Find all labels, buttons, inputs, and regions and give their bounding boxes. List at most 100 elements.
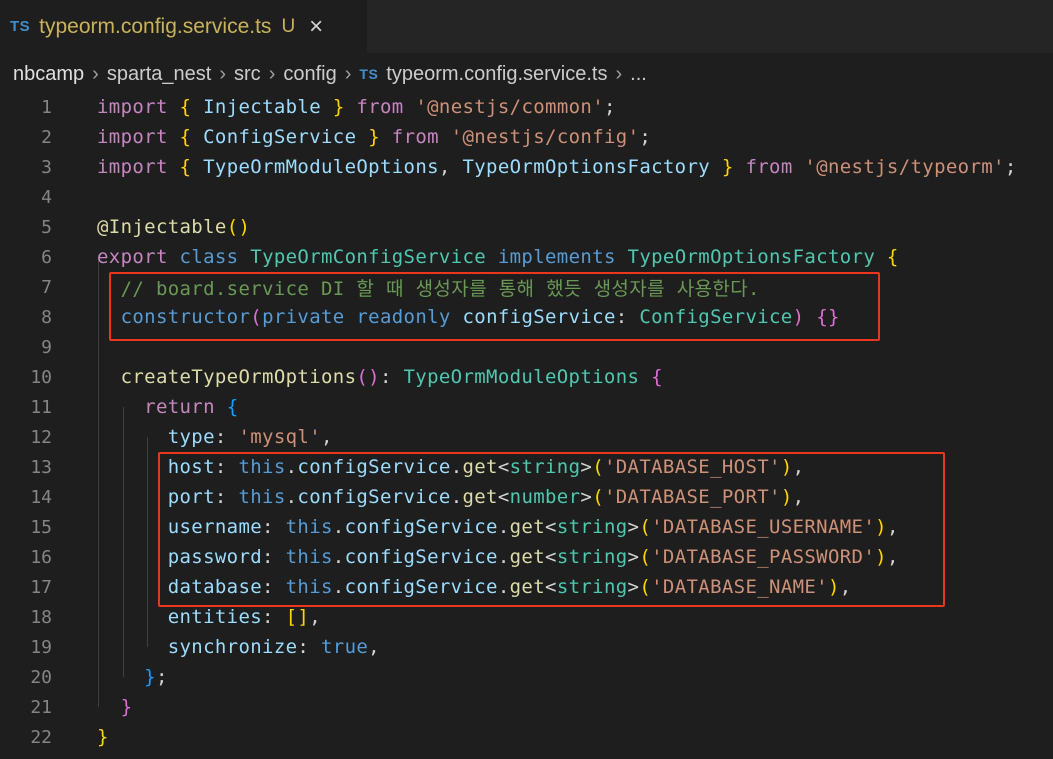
code-token: string <box>556 576 628 598</box>
code-token: import <box>97 126 168 148</box>
chevron-right-icon: › <box>268 62 276 85</box>
breadcrumb-item-file[interactable]: typeorm.config.service.ts <box>386 63 607 86</box>
code-token: this <box>285 516 333 538</box>
code-line[interactable]: 5 @Injectable() <box>0 212 1053 242</box>
code-token: > <box>580 486 593 508</box>
code-line[interactable]: 16 password: this.configService.get<stri… <box>0 542 1053 572</box>
line-number: 10 <box>30 366 52 388</box>
breadcrumb-item-nbcamp[interactable]: nbcamp <box>13 63 84 86</box>
code-line[interactable]: 8 constructor(private readonly configSer… <box>0 302 1053 332</box>
code-editor[interactable]: 1 import { Injectable } from '@nestjs/com… <box>0 95 1053 759</box>
breadcrumb-item-src[interactable]: src <box>234 63 261 86</box>
line-number: 22 <box>30 726 52 748</box>
code-token: configService <box>297 456 451 478</box>
code-token: : <box>262 516 286 538</box>
code-line[interactable]: 13 host: this.configService.get<string>(… <box>0 452 1053 482</box>
code-text: type: 'mysql', <box>97 426 333 448</box>
code-text: return { <box>97 396 238 418</box>
code-token: , <box>792 486 805 508</box>
code-token: > <box>627 576 640 598</box>
code-token: ; <box>155 666 168 688</box>
code-token: [] <box>285 606 310 628</box>
breadcrumb-item-sparta-nest[interactable]: sparta_nest <box>107 63 212 86</box>
code-line[interactable]: 19 synchronize: true, <box>0 632 1053 662</box>
code-token: 'mysql' <box>238 426 321 448</box>
code-token: configService <box>344 576 498 598</box>
code-text: database: this.configService.get<string>… <box>97 576 852 598</box>
code-token: get <box>462 486 498 508</box>
code-text: import { TypeOrmModuleOptions, TypeOrmOp… <box>97 156 1017 178</box>
breadcrumb-item-more[interactable]: ... <box>630 63 647 86</box>
code-line[interactable]: 7 // board.service DI 할 때 생성자를 통해 했듯 생성자… <box>0 272 1053 302</box>
code-token: ; <box>639 126 652 148</box>
code-token: . <box>332 516 345 538</box>
code-line[interactable]: 22} <box>0 722 1053 752</box>
code-token: '@nestjs/typeorm' <box>804 156 1005 178</box>
code-line[interactable]: 2 import { ConfigService } from '@nestjs/… <box>0 122 1053 152</box>
breadcrumb-item-config[interactable]: config <box>283 63 336 86</box>
code-line[interactable]: 15 username: this.configService.get<stri… <box>0 512 1053 542</box>
code-line[interactable]: 21 } <box>0 692 1053 722</box>
code-token: < <box>545 576 557 598</box>
code-token: ( <box>592 456 604 478</box>
code-token: true <box>321 636 369 658</box>
code-line[interactable]: 6 export class TypeOrmConfigService imple… <box>0 242 1053 272</box>
code-line[interactable]: 20 }; <box>0 662 1053 692</box>
code-line[interactable]: 9 <box>0 332 1053 362</box>
code-token: synchronize <box>167 636 298 658</box>
line-number: 11 <box>30 396 52 418</box>
code-token: // board.service DI 할 때 생성자를 통해 했듯 생성자를 … <box>120 277 760 300</box>
code-token: { <box>226 396 239 418</box>
code-line[interactable]: 1 import { Injectable } from '@nestjs/com… <box>0 92 1053 122</box>
code-token: . <box>285 486 298 508</box>
typescript-file-icon: TS <box>10 18 31 35</box>
code-line[interactable]: 3 import { TypeOrmModuleOptions, TypeOrmO… <box>0 152 1053 182</box>
typescript-file-icon: TS <box>359 66 379 82</box>
code-line[interactable]: 11 return { <box>0 392 1053 422</box>
code-token: ) <box>875 546 887 568</box>
code-token: type <box>167 426 215 448</box>
code-token: this <box>285 576 333 598</box>
code-token: , <box>321 426 333 448</box>
code-text: constructor(private readonly configServi… <box>97 306 840 328</box>
chevron-right-icon: › <box>92 62 99 85</box>
code-line[interactable]: 12 type: 'mysql', <box>0 422 1053 452</box>
code-token: configService <box>344 546 498 568</box>
code-token: this <box>238 456 286 478</box>
code-token: . <box>332 546 345 568</box>
editor-tab[interactable]: TS typeorm.config.service.ts U × <box>0 0 368 53</box>
code-token: , <box>839 576 852 598</box>
code-token: ) <box>792 306 805 328</box>
code-token: < <box>497 486 510 508</box>
code-token: configService <box>344 516 498 538</box>
code-line[interactable]: 17 database: this.configService.get<stri… <box>0 572 1053 602</box>
code-token: : <box>214 456 239 478</box>
line-number: 2 <box>41 126 52 148</box>
code-token: get <box>462 456 498 478</box>
code-token: . <box>450 486 463 508</box>
untracked-status-badge: U <box>281 15 296 37</box>
close-icon[interactable]: × <box>309 14 323 39</box>
code-token: export <box>97 246 168 268</box>
code-token: : <box>297 636 321 658</box>
code-token: , <box>886 546 899 568</box>
code-token: { <box>179 96 192 118</box>
line-number: 8 <box>41 306 52 328</box>
code-line[interactable]: 14 port: this.configService.get<number>(… <box>0 482 1053 512</box>
code-token: import <box>97 96 168 118</box>
code-line[interactable]: 10 createTypeOrmOptions(): TypeOrmModule… <box>0 362 1053 392</box>
code-token: } <box>120 696 133 718</box>
code-line[interactable]: 4 <box>0 182 1053 212</box>
code-text: } <box>97 696 132 718</box>
code-text: import { Injectable } from '@nestjs/comm… <box>97 96 616 118</box>
line-number: 21 <box>30 696 52 718</box>
code-token: {} <box>816 306 840 328</box>
code-line[interactable]: 18 entities: [], <box>0 602 1053 632</box>
